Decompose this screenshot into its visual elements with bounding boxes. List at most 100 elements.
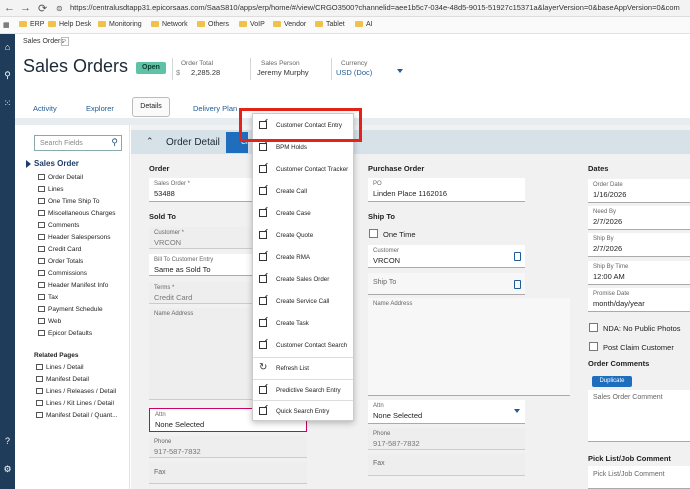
form-icon — [38, 282, 45, 288]
reload-icon[interactable]: ⟳ — [38, 2, 47, 15]
search-fields-input[interactable]: Search Fields ⚲ — [34, 135, 122, 151]
nav-section-sales-order[interactable]: Sales Order — [34, 159, 79, 168]
one-time-checkbox[interactable] — [369, 229, 378, 238]
browser-address-bar: ← → ⟳ ⊜ https://centralusdtapp31.epicors… — [0, 0, 690, 17]
nav-item[interactable]: Order Totals — [38, 258, 83, 265]
menu-item-create-task[interactable]: Create Task — [253, 313, 353, 334]
bookmark-grid-icon[interactable]: ▦ — [3, 21, 10, 29]
bookmark-voip[interactable]: VoIP — [239, 21, 265, 28]
related-page-item[interactable]: Lines / Releases / Detail — [36, 388, 116, 395]
bookmark-erp[interactable]: ERP — [19, 21, 44, 28]
bookmark-ai[interactable]: AI — [355, 21, 373, 28]
menu-item-quick-search-entry[interactable]: Quick Search Entry — [253, 400, 353, 421]
order-section-heading: Order — [149, 164, 170, 173]
bookmark-network[interactable]: Network — [151, 21, 188, 28]
back-icon[interactable]: ← — [4, 2, 15, 14]
menu-item-create-sales-order[interactable]: Create Sales Order — [253, 269, 353, 290]
tab-explorer[interactable]: Explorer — [86, 104, 114, 113]
bookmark-help-desk[interactable]: Help Desk — [48, 21, 91, 28]
site-info-icon[interactable]: ⊜ — [56, 4, 63, 13]
menu-item-label: Create Call — [276, 188, 307, 195]
need-by-field[interactable]: Need By 2/7/2026 — [588, 206, 690, 230]
chevron-up-icon[interactable]: ⌃ — [146, 136, 154, 147]
search-icon[interactable]: ⚲ — [0, 70, 15, 81]
tab-delivery-plan[interactable]: Delivery Plan — [193, 104, 237, 113]
breadcrumb[interactable]: Sales Orders — [23, 38, 64, 45]
menu-item-customer-contact-search[interactable]: Customer Contact Search — [253, 335, 353, 356]
folder-icon — [48, 21, 56, 27]
nav-item[interactable]: Header Manifest Info — [38, 282, 108, 289]
nav-item[interactable]: Web — [38, 318, 61, 325]
nda-checkbox[interactable] — [589, 323, 598, 332]
related-page-item[interactable]: Manifest Detail / Quant... — [36, 412, 118, 419]
nav-item[interactable]: Commissions — [38, 270, 87, 277]
nav-item[interactable]: Miscellaneous Charges — [38, 210, 116, 217]
field-value: VRCON — [373, 256, 401, 265]
sales-order-comment-field[interactable]: Sales Order Comment — [588, 390, 690, 442]
bookmark-label: Others — [208, 21, 230, 28]
related-page-item[interactable]: Manifest Detail — [36, 376, 89, 383]
ship-attn-select[interactable]: Attn None Selected — [368, 400, 525, 424]
external-link-icon — [259, 319, 267, 327]
nav-item[interactable]: Lines — [38, 186, 64, 193]
promise-date-field[interactable]: Promise Date month/day/year — [588, 288, 690, 312]
chevron-down-icon[interactable] — [397, 69, 403, 73]
nav-item[interactable]: Comments — [38, 222, 79, 229]
nav-item[interactable]: Header Salespersons — [38, 234, 111, 241]
url-text[interactable]: https://centralusdtapp31.epicorsaas.com/… — [70, 3, 690, 12]
menu-item-create-case[interactable]: Create Case — [253, 203, 353, 224]
sales-order-field[interactable]: Sales Order * 53488 — [149, 178, 253, 202]
related-page-item[interactable]: Lines / Kit Lines / Detail — [36, 400, 114, 407]
menu-item-refresh-list[interactable]: ↻ Refresh List — [253, 357, 353, 378]
field-label: Ship By Time — [593, 264, 629, 270]
nav-item[interactable]: Tax — [38, 294, 58, 301]
nav-item[interactable]: Epicor Defaults — [38, 330, 92, 337]
chevron-right-icon[interactable]: › — [61, 37, 69, 46]
currency-value[interactable]: USD (Doc) — [336, 68, 372, 77]
post-claim-checkbox[interactable] — [589, 342, 598, 351]
page-icon — [36, 412, 43, 418]
bookmark-others[interactable]: Others — [197, 21, 229, 28]
related-page-item[interactable]: Lines / Detail — [36, 364, 84, 371]
apps-grid-icon[interactable]: ⁙ — [0, 98, 15, 109]
lookup-icon[interactable] — [514, 252, 521, 261]
menu-item-create-rma[interactable]: Create RMA — [253, 247, 353, 268]
nav-item[interactable]: One Time Ship To — [38, 198, 100, 205]
duplicate-button[interactable]: Duplicate — [592, 376, 632, 387]
ship-by-field[interactable]: Ship By 2/7/2026 — [588, 233, 690, 257]
lookup-icon[interactable] — [514, 280, 521, 289]
nav-item-label: Payment Schedule — [48, 306, 103, 313]
bookmark-vendor[interactable]: Vendor — [273, 21, 306, 28]
one-time-label: One Time — [383, 230, 416, 239]
nav-item-label: Tax — [48, 294, 59, 301]
settings-icon[interactable]: ⚙ — [0, 464, 15, 475]
tab-activity[interactable]: Activity — [33, 104, 57, 113]
bookmark-monitoring[interactable]: Monitoring — [98, 21, 142, 28]
field-label: Name Address — [154, 311, 194, 317]
search-icon[interactable]: ⚲ — [111, 137, 118, 148]
menu-item-create-service-call[interactable]: Create Service Call — [253, 291, 353, 312]
folder-icon — [98, 21, 106, 27]
divider — [172, 58, 173, 80]
ship-name-address-field[interactable]: Name Address — [368, 298, 570, 396]
menu-item-customer-contact-tracker[interactable]: Customer Contact Tracker — [253, 159, 353, 180]
nav-item[interactable]: Credit Card — [38, 246, 81, 253]
menu-item-create-quote[interactable]: Create Quote — [253, 225, 353, 246]
bookmark-tablet[interactable]: Tablet — [315, 21, 345, 28]
order-date-field[interactable]: Order Date 1/16/2026 — [588, 179, 690, 203]
menu-item-predictive-search-entry[interactable]: Predictive Search Entry — [253, 379, 353, 400]
nav-item[interactable]: Order Detail — [38, 174, 83, 181]
help-icon[interactable]: ? — [0, 436, 15, 446]
forward-icon[interactable]: → — [20, 2, 31, 14]
ship-customer-field[interactable]: Customer VRCON — [368, 245, 525, 268]
nav-item[interactable]: Payment Schedule — [38, 306, 103, 313]
ship-to-field[interactable]: Ship To — [368, 273, 525, 295]
ship-by-time-field[interactable]: Ship By Time 12:00 AM — [588, 261, 690, 285]
po-field[interactable]: PO Linden Place 1162016 — [368, 178, 525, 202]
bill-to-customer-field[interactable]: Bill To Customer Entry Same as Sold To — [149, 254, 253, 276]
pick-list-comment-field[interactable]: Pick List/Job Comment — [588, 466, 690, 489]
home-icon[interactable]: ⌂ — [0, 42, 15, 52]
chevron-down-icon[interactable] — [514, 409, 520, 413]
menu-item-create-call[interactable]: Create Call — [253, 181, 353, 202]
tab-details[interactable]: Details — [132, 97, 170, 117]
